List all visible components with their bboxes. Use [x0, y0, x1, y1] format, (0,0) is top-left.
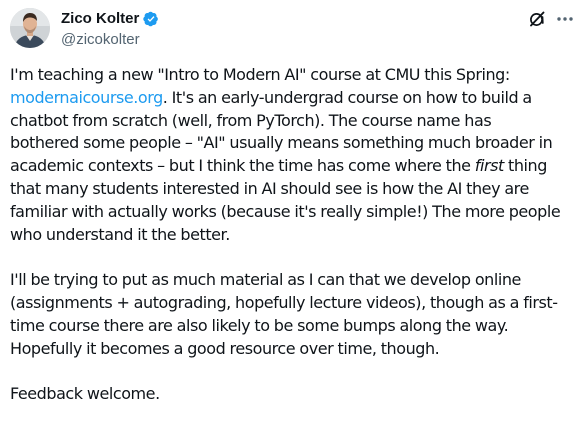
tweet-paragraph-3: Feedback welcome.: [10, 383, 576, 406]
tweet-text: I'm teaching a new "Intro to Modern AI" …: [10, 64, 576, 429]
text-segment: . It's an early-undergrad course on how …: [162, 87, 532, 107]
tweet-header: Zico Kolter @zicokolter: [10, 8, 576, 52]
display-name-row: Zico Kolter: [61, 9, 159, 29]
emphasis-text: first: [474, 156, 504, 176]
text-segment: thing: [503, 156, 547, 176]
text-line: familiar with actually works (because it…: [10, 201, 561, 221]
profile-photo-icon: [10, 8, 50, 48]
text-line: that many students interested in AI shou…: [10, 178, 529, 198]
display-name[interactable]: Zico Kolter: [61, 9, 139, 29]
text-line: chatbot from scratch (well, from PyTorch…: [10, 110, 492, 130]
tweet-paragraph-1: I'm teaching a new "Intro to Modern AI" …: [10, 64, 576, 246]
more-options-button[interactable]: [554, 8, 576, 30]
text-line: modernaicourse.org. It's an early-underg…: [10, 87, 576, 110]
text-line: who understand it the better.: [10, 224, 230, 244]
author-block: Zico Kolter @zicokolter: [61, 9, 159, 50]
handle[interactable]: @zicokolter: [61, 30, 159, 50]
grok-icon: [530, 11, 545, 27]
text-segment: academic contexts – but I think the time…: [10, 156, 475, 176]
avatar[interactable]: [10, 8, 50, 48]
course-link[interactable]: modernaicourse.org: [10, 88, 163, 107]
text-line: I'll be trying to put as much material a…: [10, 270, 521, 290]
more-options-icon: [557, 17, 573, 21]
tweet-paragraph-2: I'll be trying to put as much material a…: [10, 269, 576, 360]
text-line: bothered some people – "AI" usually mean…: [10, 133, 553, 153]
text-line: I'm teaching a new "Intro to Modern AI" …: [10, 65, 510, 84]
text-line: Hopefully it becomes a good resource ove…: [10, 338, 440, 358]
tweet-card: Zico Kolter @zicokolter I'm teaching a n…: [0, 0, 586, 426]
grok-button[interactable]: [526, 8, 548, 30]
text-line: time course there are also likely to be …: [10, 315, 509, 335]
verified-badge-icon[interactable]: [143, 11, 159, 27]
text-line: (assignments + autograding, hopefully le…: [10, 292, 558, 312]
text-line: Feedback welcome.: [10, 384, 160, 404]
text-line: academic contexts – but I think the time…: [10, 155, 576, 178]
